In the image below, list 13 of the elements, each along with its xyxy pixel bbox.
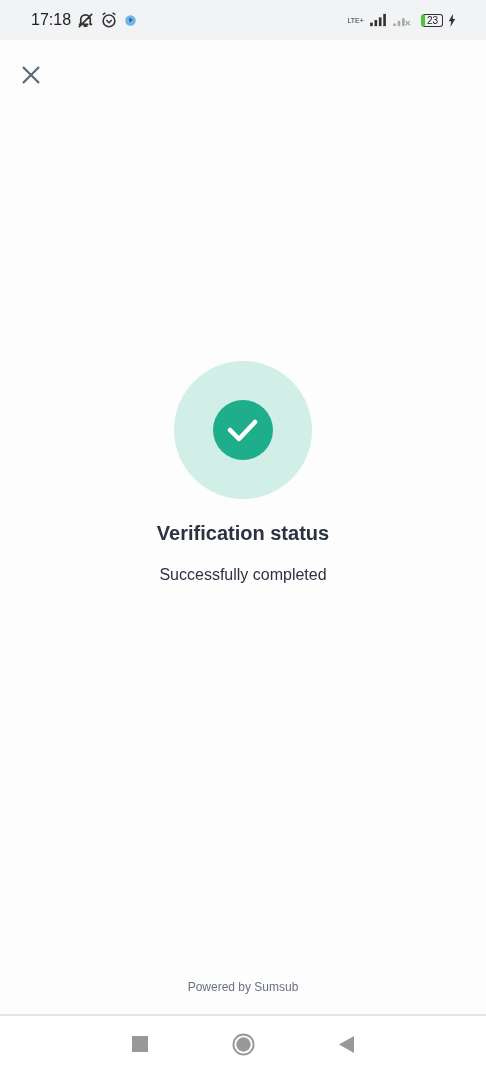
bell-off-icon <box>76 10 96 30</box>
home-icon[interactable] <box>232 1032 255 1056</box>
signal-icon <box>368 13 387 27</box>
status-time: 17:18 <box>31 11 72 29</box>
status-title: Verification status <box>156 522 330 545</box>
back-icon[interactable] <box>339 1035 354 1053</box>
status-message: Successfully completed <box>159 566 327 584</box>
charging-icon <box>448 13 456 27</box>
powered-by-text: Powered by Sumsub <box>186 980 300 994</box>
alarm-icon <box>100 11 119 29</box>
success-check-icon <box>173 360 313 500</box>
battery-indicator: 23 <box>420 13 443 27</box>
close-icon[interactable] <box>21 65 41 85</box>
